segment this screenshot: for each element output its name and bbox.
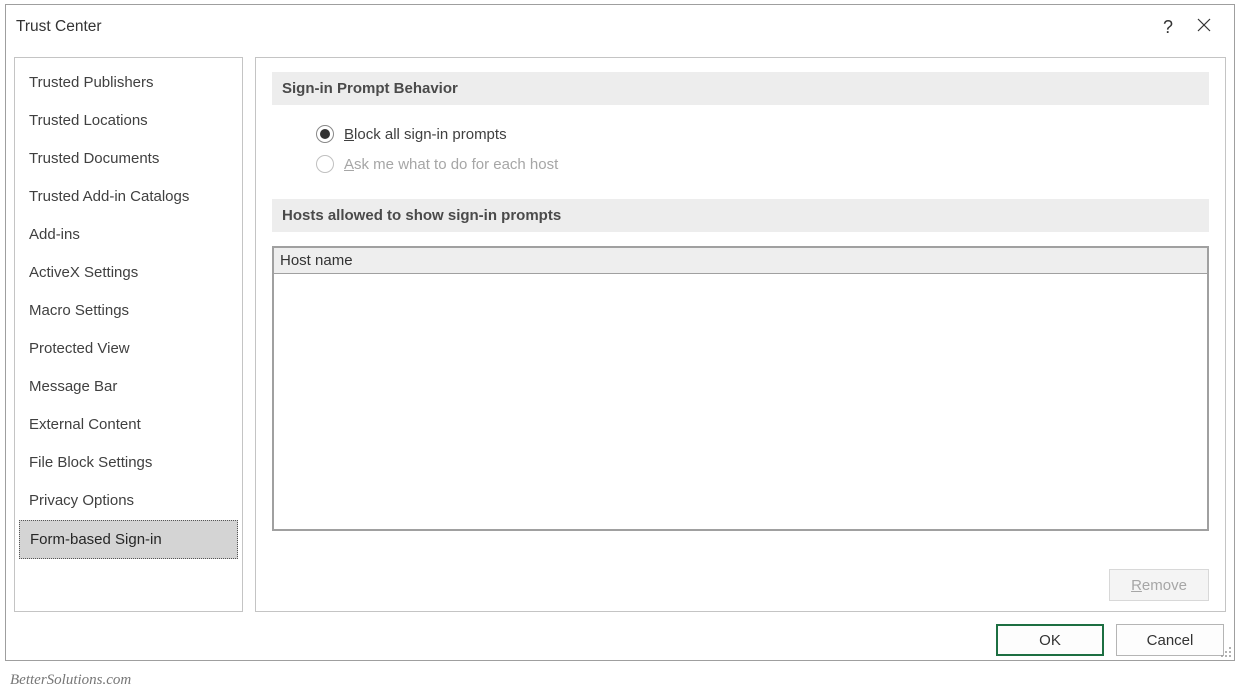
radio-label: Ask me what to do for each host — [344, 156, 558, 173]
help-icon[interactable]: ? — [1152, 17, 1184, 38]
ok-button[interactable]: OK — [996, 624, 1104, 656]
sidebar-item-form-based-signin[interactable]: Form-based Sign-in — [19, 520, 238, 559]
content-panel: Sign-in Prompt Behavior Block all sign-i… — [255, 57, 1226, 612]
remove-button: Remove — [1109, 569, 1209, 601]
close-icon[interactable] — [1184, 17, 1224, 38]
sidebar-item-external-content[interactable]: External Content — [19, 406, 238, 443]
sidebar-item-file-block-settings[interactable]: File Block Settings — [19, 444, 238, 481]
dialog-button-row: OK Cancel — [6, 612, 1234, 656]
section-heading-signin-prompt: Sign-in Prompt Behavior — [272, 72, 1209, 105]
sidebar-item-protected-view[interactable]: Protected View — [19, 330, 238, 367]
sidebar: Trusted Publishers Trusted Locations Tru… — [14, 57, 243, 612]
sidebar-item-trusted-addin-catalogs[interactable]: Trusted Add-in Catalogs — [19, 178, 238, 215]
sidebar-item-addins[interactable]: Add-ins — [19, 216, 238, 253]
radio-label: Block all sign-in prompts — [344, 126, 507, 143]
sidebar-item-privacy-options[interactable]: Privacy Options — [19, 482, 238, 519]
titlebar: Trust Center ? — [6, 5, 1234, 49]
radio-block-all[interactable]: Block all sign-in prompts — [316, 119, 1209, 149]
radio-ask-each-host[interactable]: Ask me what to do for each host — [316, 149, 1209, 179]
cancel-button[interactable]: Cancel — [1116, 624, 1224, 656]
sidebar-item-trusted-publishers[interactable]: Trusted Publishers — [19, 64, 238, 101]
dialog-body: Trusted Publishers Trusted Locations Tru… — [6, 49, 1234, 612]
sidebar-item-message-bar[interactable]: Message Bar — [19, 368, 238, 405]
trust-center-dialog: Trust Center ? Trusted Publishers Truste… — [5, 4, 1235, 661]
sidebar-item-activex-settings[interactable]: ActiveX Settings — [19, 254, 238, 291]
sidebar-item-trusted-locations[interactable]: Trusted Locations — [19, 102, 238, 139]
radio-icon — [316, 125, 334, 143]
watermark: BetterSolutions.com — [10, 672, 131, 689]
sidebar-item-trusted-documents[interactable]: Trusted Documents — [19, 140, 238, 177]
resize-grip-icon[interactable] — [1218, 644, 1232, 658]
hosts-column-header: Host name — [274, 248, 1207, 274]
radio-icon — [316, 155, 334, 173]
sidebar-item-macro-settings[interactable]: Macro Settings — [19, 292, 238, 329]
dialog-title: Trust Center — [16, 18, 1152, 36]
section-heading-hosts-allowed: Hosts allowed to show sign-in prompts — [272, 199, 1209, 232]
signin-prompt-radio-group: Block all sign-in prompts Ask me what to… — [272, 119, 1209, 179]
hosts-list[interactable]: Host name — [272, 246, 1209, 531]
